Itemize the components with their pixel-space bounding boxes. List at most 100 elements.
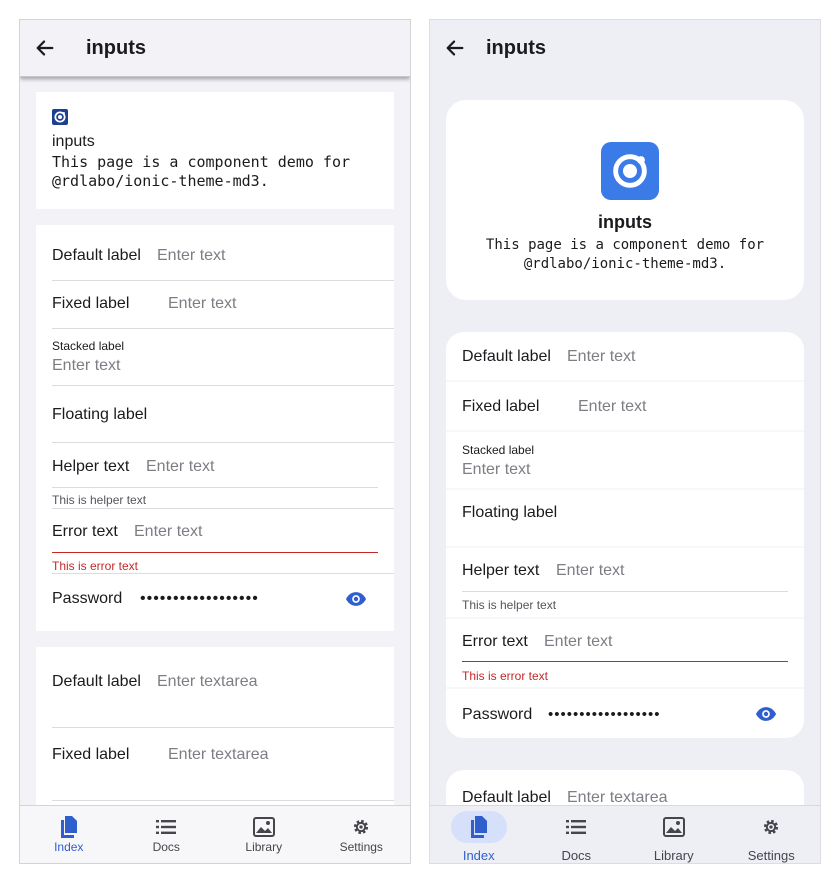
input-password[interactable]: Password •••••••••••••••••• <box>462 689 804 738</box>
textarea-default[interactable]: Default label Enter textarea <box>462 770 804 806</box>
tab-bar: Index Docs Library Settings <box>20 805 410 863</box>
input-label: Password <box>52 590 123 607</box>
input-placeholder[interactable]: Enter text <box>578 398 646 416</box>
input-placeholder[interactable]: Enter text <box>462 461 530 479</box>
tab-bar: Index Docs Library Settings <box>430 805 820 863</box>
images-icon <box>252 817 275 837</box>
input-error[interactable]: Error text Enter text <box>462 619 804 661</box>
input-floating[interactable]: Floating label <box>52 386 394 442</box>
phone-screen-right: inputs inputs This page is a component d… <box>429 19 821 864</box>
list-icon <box>156 820 177 834</box>
textarea-fixed[interactable]: Fixed label Enter textarea <box>52 728 394 800</box>
hero-card: inputs This page is a component demo for… <box>36 92 394 209</box>
input-label: Password <box>462 706 533 723</box>
input-label: Default label <box>462 348 551 365</box>
list-icon <box>566 820 587 834</box>
documents-icon <box>60 816 77 838</box>
password-value[interactable]: •••••••••••••••••• <box>548 706 661 723</box>
tab-label: Docs <box>152 840 180 854</box>
textarea-label: Default label <box>52 673 141 690</box>
input-placeholder[interactable]: Enter text <box>544 633 612 651</box>
textarea-placeholder[interactable]: Enter textarea <box>567 789 668 806</box>
input-stacked[interactable]: Stacked label Enter text <box>462 432 804 488</box>
ionic-logo <box>52 109 68 125</box>
divider <box>52 800 394 801</box>
hero-title: inputs <box>52 133 95 150</box>
input-label: Helper text <box>52 458 130 475</box>
inputs-list: Default label Enter text Fixed label Ent… <box>36 225 394 631</box>
input-underline <box>52 487 378 488</box>
input-default[interactable]: Default label Enter text <box>462 332 804 380</box>
input-underline <box>462 591 788 592</box>
input-placeholder[interactable]: Enter text <box>567 348 635 366</box>
tab-label: Settings <box>339 840 383 854</box>
helper-text: This is helper text <box>52 493 147 507</box>
input-label: Error text <box>52 523 118 540</box>
input-placeholder[interactable]: Enter text <box>556 562 624 580</box>
tab-settings[interactable]: Settings <box>313 806 411 863</box>
input-error[interactable]: Error text Enter text <box>52 509 394 553</box>
textarea-list: Default label Enter textarea <box>446 770 804 806</box>
hero-description-line2: @rdlabo/ionic-theme-md3. <box>523 256 727 272</box>
tab-index[interactable]: Index <box>20 806 118 863</box>
documents-icon <box>470 816 487 838</box>
back-button[interactable] <box>442 35 468 61</box>
password-value[interactable]: •••••••••••••••••• <box>140 590 259 608</box>
textarea-default[interactable]: Default label Enter textarea <box>52 647 394 727</box>
back-button[interactable] <box>32 35 58 61</box>
error-text: This is error text <box>462 669 549 683</box>
hero-card: inputs This page is a component demo for… <box>446 100 804 300</box>
input-label: Stacked label <box>52 339 125 353</box>
tab-library[interactable]: Library <box>625 806 723 863</box>
arrow-back-icon <box>446 40 464 56</box>
tab-settings[interactable]: Settings <box>723 806 821 863</box>
input-label: Floating label <box>52 406 148 423</box>
hero-description: This page is a component demo for @rdlab… <box>446 236 804 274</box>
input-password[interactable]: Password •••••••••••••••••• <box>52 574 394 631</box>
input-error-underline <box>462 661 788 662</box>
input-fixed[interactable]: Fixed label Enter text <box>462 382 804 430</box>
toolbar: inputs <box>430 20 820 76</box>
tab-label: Settings <box>747 848 795 863</box>
content[interactable]: inputs This page is a component demo for… <box>20 76 410 806</box>
hero-title: inputs <box>598 212 652 232</box>
textarea-label: Fixed label <box>52 746 130 763</box>
hero-description-line1: This page is a component demo for <box>52 153 351 171</box>
arrow-back-icon <box>36 40 54 56</box>
eye-icon[interactable] <box>755 706 777 722</box>
input-default[interactable]: Default label Enter text <box>52 225 394 281</box>
textarea-placeholder[interactable]: Enter textarea <box>157 673 258 691</box>
tab-label: Library <box>653 848 694 863</box>
input-placeholder[interactable]: Enter text <box>168 295 236 313</box>
tab-label: Library <box>245 840 283 854</box>
gear-icon <box>764 819 779 835</box>
input-helper[interactable]: Helper text Enter text <box>52 443 394 488</box>
phone-screen-left: inputs inputs This page is a component d… <box>19 19 411 864</box>
input-label: Error text <box>462 633 528 650</box>
input-placeholder[interactable]: Enter text <box>52 357 120 375</box>
input-placeholder[interactable]: Enter text <box>134 523 202 541</box>
input-error-underline <box>52 552 378 553</box>
input-floating[interactable]: Floating label <box>462 490 804 546</box>
input-helper[interactable]: Helper text Enter text <box>462 548 804 592</box>
tab-index[interactable]: Index <box>430 806 528 863</box>
inputs-list: Default label Enter text Fixed label Ent… <box>446 332 804 738</box>
tab-label: Docs <box>561 848 592 863</box>
tab-library[interactable]: Library <box>215 806 313 863</box>
tab-docs[interactable]: Docs <box>528 806 626 863</box>
input-label: Floating label <box>462 504 558 521</box>
content[interactable]: inputs This page is a component demo for… <box>430 76 820 806</box>
input-placeholder[interactable]: Enter text <box>157 247 225 265</box>
input-stacked[interactable]: Stacked label Enter text <box>52 329 394 385</box>
eye-icon[interactable] <box>345 591 367 607</box>
hero-description: This page is a component demo for @rdlab… <box>52 153 350 191</box>
input-placeholder[interactable]: Enter text <box>146 458 214 476</box>
textarea-placeholder[interactable]: Enter textarea <box>168 746 269 764</box>
hero-description-line2: @rdlabo/ionic-theme-md3. <box>52 172 269 190</box>
gear-icon <box>354 819 369 835</box>
error-text: This is error text <box>52 559 139 573</box>
toolbar: inputs <box>20 20 410 77</box>
textarea-label: Default label <box>462 789 551 806</box>
input-fixed[interactable]: Fixed label Enter text <box>52 281 394 329</box>
tab-docs[interactable]: Docs <box>118 806 216 863</box>
